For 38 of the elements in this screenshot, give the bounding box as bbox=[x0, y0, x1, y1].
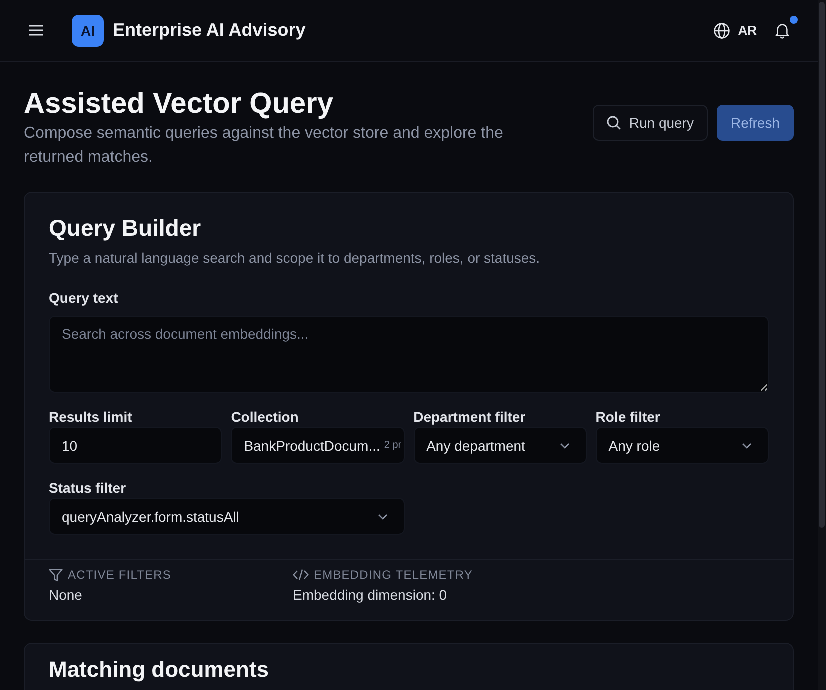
field-label: Department filter bbox=[414, 408, 527, 427]
chevron-down-icon bbox=[378, 514, 388, 520]
dropdown-select[interactable]: Any role bbox=[596, 427, 769, 464]
card-title: Query Builder bbox=[49, 214, 202, 242]
collection-combobox[interactable]: BankProductDocum... 2 pr bbox=[231, 427, 405, 464]
page-title: Assisted Vector Query bbox=[24, 88, 334, 120]
field-label: Query text bbox=[49, 289, 120, 308]
section-label: EMBEDDING TELEMETRY bbox=[314, 567, 473, 583]
globe-icon bbox=[714, 22, 730, 38]
card-title: Matching documents bbox=[49, 658, 270, 682]
app-title: Enterprise AI Advisory bbox=[113, 20, 306, 41]
field-label: Role filter bbox=[596, 408, 662, 427]
dropdown-select[interactable]: Any department bbox=[414, 427, 587, 464]
search-icon bbox=[607, 116, 622, 130]
number-input[interactable]: 10 bbox=[49, 427, 222, 464]
run-query-button[interactable]: Run query bbox=[593, 105, 708, 141]
summary-value: Embedding dimension: 0 bbox=[293, 586, 448, 605]
page-subtitle: Compose semantic queries against the vector store and explore the returned matches. bbox=[24, 124, 504, 168]
menu-icon[interactable] bbox=[29, 25, 43, 36]
field-label: Results limit bbox=[49, 408, 134, 427]
app-logo: AI bbox=[72, 14, 104, 46]
scrollbar-thumb[interactable] bbox=[819, 2, 825, 528]
field-label: Status filter bbox=[49, 479, 128, 498]
bell-icon[interactable] bbox=[775, 22, 790, 38]
summary-value: None bbox=[49, 586, 84, 605]
card-description: Type a natural language search and scope it to departments, roles, or statuses. bbox=[49, 249, 542, 268]
section-label: ACTIVE FILTERS bbox=[68, 567, 172, 583]
collection-meta: 2 pr bbox=[384, 440, 402, 451]
language-button[interactable]: AR bbox=[714, 22, 757, 38]
query-textarea[interactable]: Search across document embeddings... bbox=[49, 316, 769, 393]
field-label: Collection bbox=[231, 408, 300, 427]
code-icon bbox=[293, 569, 309, 581]
scrollbar-track[interactable] bbox=[818, 0, 826, 690]
filter-icon bbox=[49, 568, 63, 582]
refresh-button[interactable]: Refresh bbox=[716, 105, 794, 141]
dropdown-select[interactable]: queryAnalyzer.form.statusAll bbox=[49, 498, 405, 535]
chevron-down-icon bbox=[742, 442, 752, 448]
chevron-down-icon bbox=[560, 442, 570, 448]
